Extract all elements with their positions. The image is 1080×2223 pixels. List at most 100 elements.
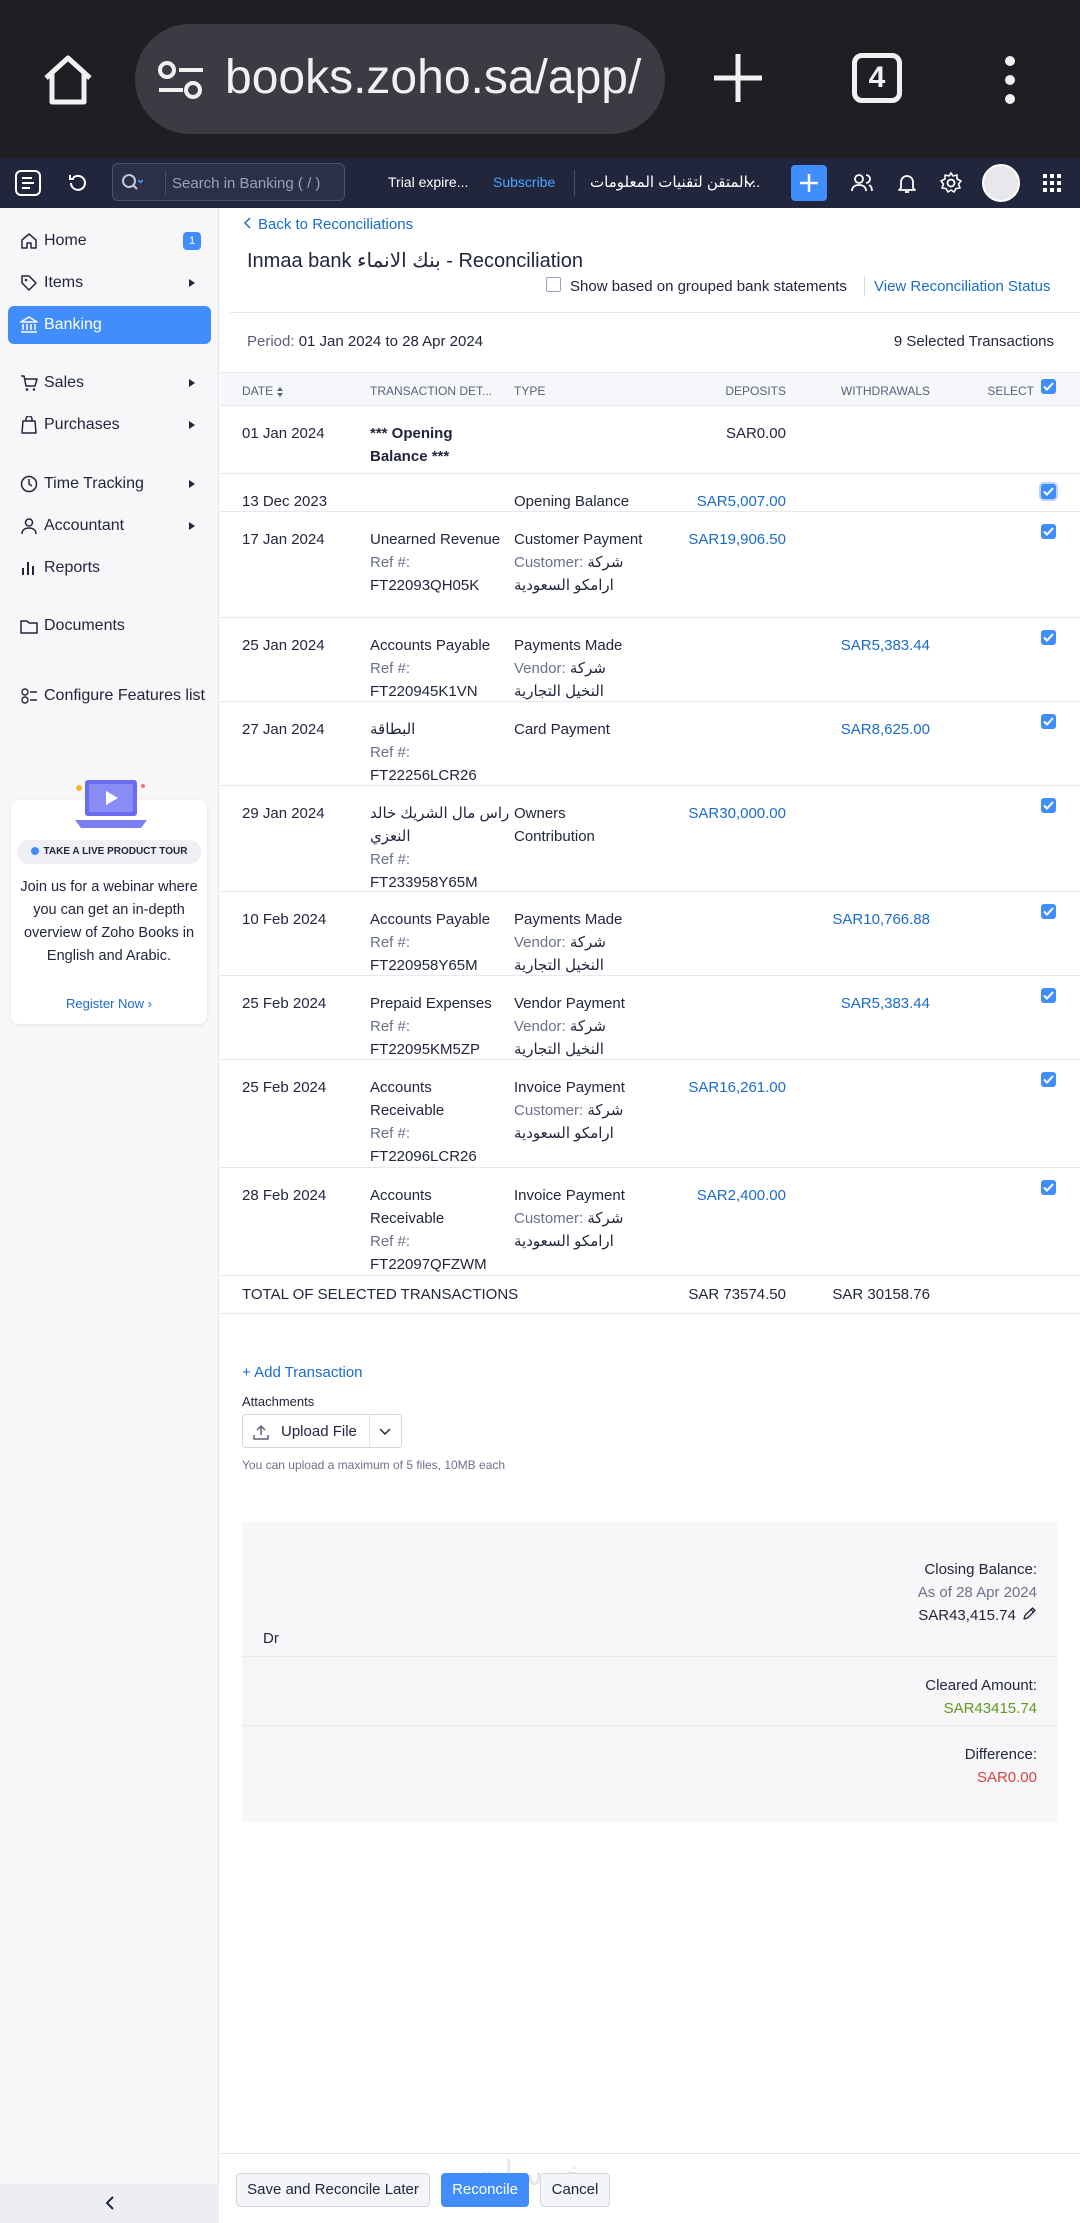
subscribe-link[interactable]: Subscribe: [493, 174, 555, 190]
zoho-books-logo-icon[interactable]: [14, 169, 42, 197]
sidebar-item-banking[interactable]: Banking: [8, 306, 211, 344]
row-select-checkbox[interactable]: [1041, 1072, 1056, 1087]
check-icon: [1043, 1183, 1054, 1192]
row-ref-label: Ref #:: [370, 744, 411, 761]
table-row[interactable]: 25 Jan 2024 Accounts Payable Ref #: FT22094…: [220, 618, 1080, 702]
row-select-checkbox[interactable]: [1041, 484, 1056, 499]
row-deposit[interactable]: SAR30,000.00: [688, 802, 786, 825]
chevron-down-icon[interactable]: [745, 178, 755, 188]
row-select-checkbox[interactable]: [1041, 524, 1056, 539]
app-header: Trial expire... Subscribe المتقن لتقنيات…: [0, 158, 1080, 208]
table-row[interactable]: 25 Feb 2024 Accounts Receivable Ref #: FT22…: [220, 1060, 1080, 1168]
add-transaction-link[interactable]: + Add Transaction: [242, 1364, 363, 1381]
sidebar-item-sales[interactable]: Sales: [8, 364, 211, 402]
table-row[interactable]: 28 Feb 2024 Accounts Receivable Ref #: FT22…: [220, 1168, 1080, 1276]
tab-switcher-button[interactable]: 4: [852, 53, 902, 103]
table-row[interactable]: 10 Feb 2024 Accounts Payable Ref #: FT22095…: [220, 892, 1080, 976]
table-row[interactable]: 25 Feb 2024 Prepaid Expenses Ref #: FT22095…: [220, 976, 1080, 1060]
sidebar-item-configure-features[interactable]: Configure Features list: [8, 677, 211, 715]
sidebar-item-time-tracking[interactable]: Time Tracking: [8, 465, 211, 503]
bank-icon: [20, 316, 38, 333]
row-date: 27 Jan 2024: [242, 721, 325, 738]
upload-file-button[interactable]: Upload File: [242, 1414, 402, 1448]
search-input[interactable]: [165, 171, 335, 195]
back-to-reconciliations-link[interactable]: Back to Reconciliations: [244, 216, 413, 233]
row-type: Vendor Payment Vendor: شركة النخيل التجار…: [514, 992, 644, 1061]
caret-right-icon: [189, 379, 195, 387]
row-deposit[interactable]: SAR5,007.00: [697, 490, 786, 513]
col-details-header: TRANSACTION DET...: [370, 384, 493, 398]
search-icon[interactable]: [121, 173, 143, 193]
sidebar-collapse-button[interactable]: [0, 2184, 219, 2223]
row-details: Unearned Revenue Ref #: FT22093QH05K: [370, 528, 510, 597]
table-row[interactable]: 27 Jan 2024 البطاقة Ref #: FT22256LCR26 Card…: [220, 702, 1080, 786]
more-vert-icon[interactable]: [1000, 55, 1020, 105]
cancel-button[interactable]: Cancel: [540, 2173, 610, 2207]
site-settings-icon[interactable]: [157, 60, 205, 100]
row-select-checkbox[interactable]: [1041, 1180, 1056, 1195]
row-select-checkbox[interactable]: [1041, 714, 1056, 729]
sidebar-item-documents[interactable]: Documents: [8, 607, 211, 645]
row-withdrawal[interactable]: SAR10,766.88: [832, 908, 930, 931]
check-icon: [1043, 717, 1054, 726]
app-grid-icon[interactable]: [1040, 171, 1064, 195]
view-reconciliation-status-link[interactable]: View Reconciliation Status: [874, 278, 1050, 295]
sidebar-item-label: Configure Features list: [44, 687, 205, 704]
table-row[interactable]: 01 Jan 2024 *** Opening Balance *** SAR0.…: [220, 406, 1080, 474]
home-icon[interactable]: [38, 50, 98, 110]
reconcile-button[interactable]: Reconcile: [441, 2173, 529, 2207]
row-select-checkbox[interactable]: [1041, 904, 1056, 919]
register-now-link[interactable]: Register Now ›: [11, 996, 207, 1011]
edit-pencil-icon[interactable]: [1022, 1606, 1037, 1621]
row-withdrawal[interactable]: SAR5,383.44: [841, 992, 930, 1015]
select-all-checkbox[interactable]: [1041, 379, 1056, 394]
product-tour-card: TAKE A LIVE PRODUCT TOUR Join us for a w…: [11, 780, 207, 1024]
row-select-checkbox[interactable]: [1041, 988, 1056, 1003]
chevron-down-icon[interactable]: [379, 1427, 391, 1437]
row-date: 29 Jan 2024: [242, 805, 325, 822]
address-bar[interactable]: books.zoho.sa/app/: [135, 24, 665, 134]
row-withdrawal[interactable]: SAR8,625.00: [841, 718, 930, 741]
sidebar-item-items[interactable]: Items: [8, 264, 211, 302]
row-ref-number: FT22256LCR26: [370, 767, 477, 784]
save-reconcile-later-button[interactable]: Save and Reconcile Later: [236, 2173, 430, 2207]
grouped-statements-checkbox[interactable]: [546, 277, 561, 292]
cart-icon: [21, 375, 38, 391]
page-title: Inmaa bank بنك الانماء - Reconciliation: [247, 250, 583, 272]
row-deposit[interactable]: SAR2,400.00: [697, 1184, 786, 1207]
table-row[interactable]: 13 Dec 2023 Opening Balance SAR5,007.00: [220, 474, 1080, 512]
difference: Difference: SAR0.00: [965, 1743, 1037, 1789]
caret-right-icon: [189, 279, 195, 287]
row-party-label: Vendor:: [514, 1018, 566, 1035]
row-withdrawal[interactable]: SAR5,383.44: [841, 634, 930, 657]
sidebar-item-purchases[interactable]: Purchases: [8, 406, 211, 444]
table-row[interactable]: 17 Jan 2024 Unearned Revenue Ref #: FT22093…: [220, 512, 1080, 618]
row-type: Invoice Payment Customer: شركة ارامكو الس…: [514, 1076, 644, 1145]
org-switcher[interactable]: المتقن لتقنيات المعلومات...: [590, 173, 760, 191]
row-deposit[interactable]: SAR16,261.00: [688, 1076, 786, 1099]
sidebar-item-reports[interactable]: Reports: [8, 549, 211, 587]
notification-bell-icon[interactable]: [895, 171, 919, 195]
totals-row: TOTAL OF SELECTED TRANSACTIONS SAR 73574…: [220, 1276, 1080, 1314]
row-deposit[interactable]: SAR19,906.50: [688, 528, 786, 551]
row-ref-label: Ref #:: [370, 1233, 411, 1250]
avatar[interactable]: [982, 164, 1020, 202]
row-select-checkbox[interactable]: [1041, 798, 1056, 813]
sidebar-item-accountant[interactable]: Accountant: [8, 507, 211, 545]
table-row[interactable]: 29 Jan 2024 راس مال الشريك خالد النعزي Ref…: [220, 786, 1080, 892]
period-value: 01 Jan 2024 to 28 Apr 2024: [298, 333, 484, 350]
row-type-label: Owners Contribution: [514, 805, 595, 845]
sidebar-item-home[interactable]: Home 1: [8, 222, 211, 260]
row-select-checkbox[interactable]: [1041, 630, 1056, 645]
action-footer: خمسات Save and Reconcile Later Reconcile…: [220, 2153, 1080, 2223]
header-divider: [574, 170, 575, 196]
col-date-header[interactable]: DATE: [242, 384, 284, 398]
closing-balance-value-row: SAR43,415.74: [918, 1604, 1037, 1627]
new-tab-icon[interactable]: [710, 50, 766, 106]
recent-activity-icon[interactable]: [66, 171, 90, 195]
browser-chrome: books.zoho.sa/app/ 4: [0, 0, 1080, 158]
gear-icon[interactable]: [939, 171, 963, 195]
users-icon[interactable]: [850, 171, 874, 195]
quick-create-button[interactable]: [791, 165, 827, 201]
search-box[interactable]: [112, 163, 345, 201]
